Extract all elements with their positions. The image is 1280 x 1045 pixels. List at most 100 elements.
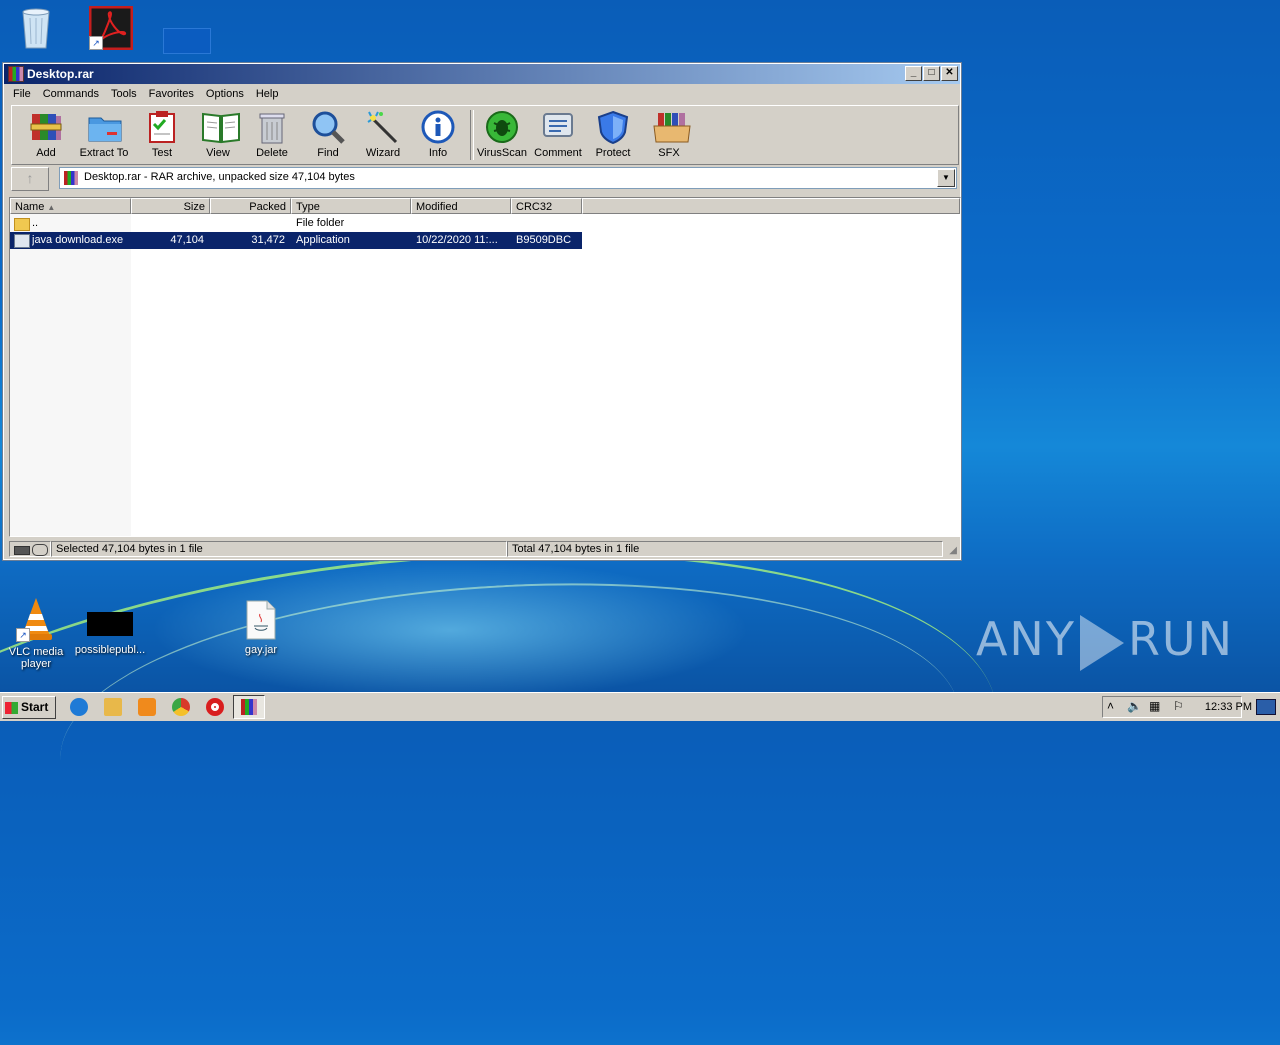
menu-help[interactable]: Help bbox=[250, 88, 285, 100]
menu-file[interactable]: File bbox=[7, 88, 37, 100]
file-list[interactable]: Name ▲ Size Packed Type Modified CRC32 .… bbox=[9, 197, 961, 537]
row-packed: 31,472 bbox=[251, 234, 285, 246]
show-desktop-button[interactable] bbox=[1256, 699, 1276, 715]
resize-grip-icon[interactable]: ◢ bbox=[949, 545, 957, 556]
action-center-flag-icon[interactable]: ⚐ bbox=[1173, 699, 1184, 713]
drive-icon bbox=[14, 546, 30, 555]
extract-folder-icon bbox=[87, 110, 122, 144]
network-icon[interactable]: ▦ bbox=[1149, 699, 1160, 713]
add-button[interactable]: Add bbox=[18, 110, 74, 159]
desktop-icon-label: VLC media player bbox=[8, 646, 64, 670]
view-button[interactable]: View bbox=[190, 110, 246, 159]
toolbar: Add Extract To Test View Delete Find Wiz… bbox=[11, 105, 959, 165]
row-name: java download.exe bbox=[32, 234, 124, 246]
wizard-button[interactable]: Wizard bbox=[355, 110, 411, 159]
protect-button[interactable]: Protect bbox=[585, 110, 641, 159]
info-label: Info bbox=[428, 147, 448, 159]
column-header-crc32[interactable]: CRC32 bbox=[511, 198, 582, 214]
file-explorer-icon[interactable] bbox=[104, 698, 122, 716]
menu-favorites[interactable]: Favorites bbox=[143, 88, 200, 100]
shortcut-arrow-icon: ↗ bbox=[16, 628, 30, 642]
info-icon bbox=[421, 110, 455, 144]
row-size: 47,104 bbox=[170, 234, 204, 246]
status-icons bbox=[9, 541, 51, 557]
virusscan-label: VirusScan bbox=[477, 147, 527, 159]
status-total: Total 47,104 bytes in 1 file bbox=[507, 541, 943, 557]
desktop-icon-gay-jar[interactable]: gay.jar bbox=[225, 600, 297, 656]
column-header-filler bbox=[582, 198, 960, 214]
test-button[interactable]: Test bbox=[134, 110, 190, 159]
desktop-icon-adobe-reader[interactable]: ↗ bbox=[75, 5, 147, 54]
table-row-selected[interactable]: java download.exe 47,104 31,472 Applicat… bbox=[10, 232, 582, 249]
application-icon bbox=[14, 234, 30, 248]
rar-archive-icon bbox=[64, 171, 78, 185]
extract-to-button[interactable]: Extract To bbox=[76, 110, 132, 159]
up-one-level-button[interactable]: ↑ bbox=[11, 167, 49, 191]
clock[interactable]: 12:33 PM bbox=[1205, 701, 1252, 713]
watermark-left-text: ANY bbox=[975, 612, 1076, 666]
magnifier-icon bbox=[311, 110, 345, 144]
find-button[interactable]: Find bbox=[300, 110, 356, 159]
winrar-icon bbox=[241, 699, 257, 715]
chevron-down-icon[interactable]: ▼ bbox=[937, 169, 955, 187]
comment-label: Comment bbox=[534, 147, 582, 159]
test-checklist-icon bbox=[145, 110, 179, 144]
address-combobox[interactable]: Desktop.rar - RAR archive, unpacked size… bbox=[59, 167, 957, 189]
play-icon bbox=[1079, 614, 1124, 671]
media-player-icon[interactable] bbox=[138, 698, 156, 716]
shield-icon bbox=[596, 110, 630, 145]
column-header-name[interactable]: Name ▲ bbox=[10, 198, 131, 214]
maximize-button[interactable]: □ bbox=[923, 66, 940, 81]
tray-expand-icon[interactable]: ˄ bbox=[1107, 699, 1114, 713]
add-label: Add bbox=[36, 147, 56, 159]
volume-icon[interactable]: 🔈 bbox=[1127, 699, 1142, 713]
desktop-icon-vlc[interactable]: ↗ VLC media player bbox=[0, 596, 72, 670]
start-button[interactable]: Start bbox=[2, 696, 56, 719]
folder-icon bbox=[14, 218, 30, 231]
virusscan-button[interactable]: VirusScan bbox=[474, 110, 530, 159]
column-header-packed[interactable]: Packed bbox=[210, 198, 291, 214]
column-name-label: Name bbox=[15, 201, 45, 213]
menu-commands[interactable]: Commands bbox=[37, 88, 105, 100]
anyrun-watermark: ANY RUN bbox=[976, 612, 1234, 671]
opera-icon[interactable] bbox=[206, 698, 224, 716]
add-archive-icon bbox=[29, 110, 63, 144]
row-type: Application bbox=[296, 234, 350, 246]
column-header-modified[interactable]: Modified bbox=[411, 198, 511, 214]
bug-icon bbox=[485, 110, 519, 144]
taskbar-winrar-button[interactable] bbox=[233, 695, 265, 719]
info-button[interactable]: Info bbox=[410, 110, 466, 159]
window-title: Desktop.rar bbox=[27, 67, 94, 81]
table-row[interactable]: .. File folder bbox=[10, 215, 582, 232]
taskbar: Start ˄ 🔈 ▦ ⚐ 12:33 PM bbox=[0, 692, 1280, 721]
trash-can-icon bbox=[255, 110, 289, 144]
column-header-type[interactable]: Type bbox=[291, 198, 411, 214]
minimize-button[interactable]: _ bbox=[905, 66, 922, 81]
java-jar-icon bbox=[245, 600, 277, 640]
view-label: View bbox=[206, 147, 230, 159]
delete-label: Delete bbox=[256, 147, 288, 159]
desktop-icon-possiblepub[interactable]: possiblepubl... bbox=[74, 612, 146, 656]
test-label: Test bbox=[151, 147, 173, 159]
close-button[interactable]: ✕ bbox=[941, 66, 958, 81]
delete-button[interactable]: Delete bbox=[244, 110, 300, 159]
vlc-cone-icon: ↗ bbox=[16, 596, 56, 642]
desktop-icon-recycle-bin[interactable] bbox=[0, 6, 72, 54]
row-name: .. bbox=[32, 217, 39, 229]
menu-tools[interactable]: Tools bbox=[105, 88, 143, 100]
winrar-icon bbox=[8, 66, 24, 82]
comment-button[interactable]: Comment bbox=[530, 110, 586, 159]
sfx-button[interactable]: SFX bbox=[641, 110, 697, 159]
status-selected: Selected 47,104 bytes in 1 file bbox=[51, 541, 507, 557]
desktop-icon-label: gay.jar bbox=[244, 644, 278, 656]
chrome-icon[interactable] bbox=[172, 698, 190, 716]
recycle-bin-icon bbox=[19, 6, 53, 50]
column-header-size[interactable]: Size bbox=[131, 198, 210, 214]
sfx-box-icon bbox=[652, 110, 691, 144]
menu-options[interactable]: Options bbox=[200, 88, 250, 100]
row-type: File folder bbox=[296, 217, 345, 229]
window-titlebar[interactable]: Desktop.rar _ □ ✕ bbox=[4, 64, 960, 84]
internet-explorer-icon[interactable] bbox=[70, 698, 88, 716]
wizard-label: Wizard bbox=[365, 147, 401, 159]
desktop-icon-label: possiblepubl... bbox=[74, 644, 146, 656]
